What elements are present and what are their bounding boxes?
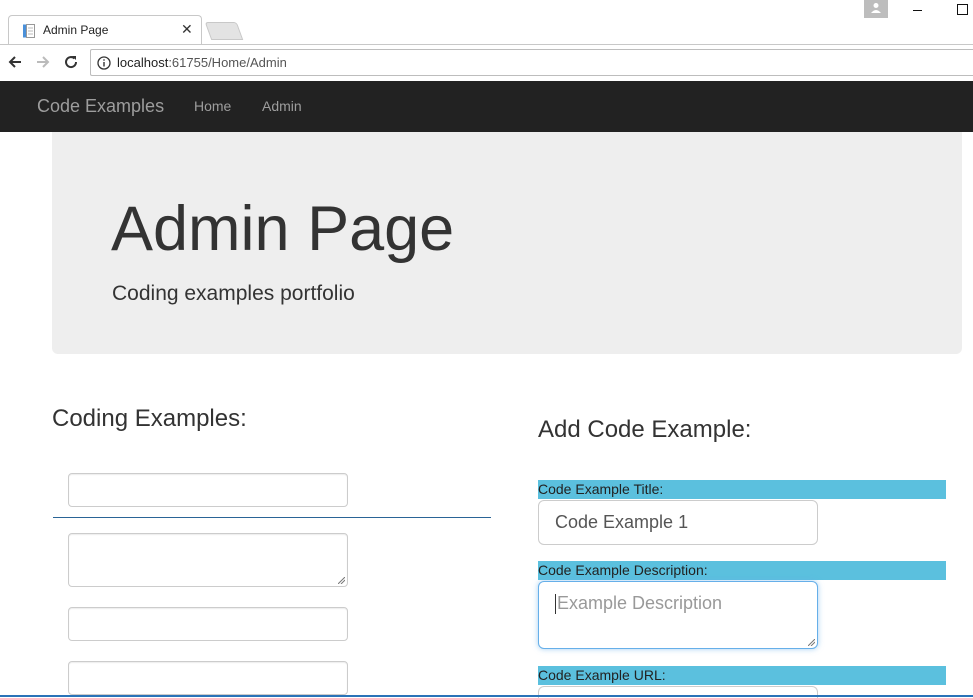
forward-arrow-icon[interactable] — [34, 53, 52, 71]
person-icon — [871, 3, 881, 13]
title-input[interactable]: Code Example 1 — [538, 500, 818, 545]
coding-examples-heading: Coding Examples: — [52, 405, 247, 432]
new-tab-button[interactable] — [204, 22, 244, 40]
coding-examples-list — [53, 462, 491, 697]
resize-handle-icon[interactable] — [808, 639, 815, 646]
page-title: Admin Page — [111, 194, 455, 264]
description-textarea[interactable]: Example Description — [538, 581, 818, 649]
reload-icon[interactable] — [62, 53, 80, 71]
browser-titlebar: Admin Page ✕ — [0, 0, 973, 45]
example-title-input[interactable] — [68, 473, 348, 507]
nav-link-admin[interactable]: Admin — [262, 98, 302, 114]
example-extra-input[interactable] — [68, 661, 348, 695]
page-subtitle: Coding examples portfolio — [112, 282, 355, 305]
info-icon[interactable] — [97, 56, 111, 70]
page-icon — [23, 24, 35, 38]
example-url-input[interactable] — [68, 607, 348, 641]
example-description-textarea[interactable] — [68, 533, 348, 587]
browser-tab[interactable]: Admin Page ✕ — [8, 15, 202, 45]
url-host: localhost — [117, 55, 169, 70]
back-arrow-icon[interactable] — [6, 53, 24, 71]
close-icon[interactable]: ✕ — [181, 21, 193, 38]
description-placeholder: Example Description — [557, 593, 723, 613]
text-caret — [555, 594, 556, 615]
resize-handle-icon[interactable] — [338, 577, 345, 584]
maximize-button[interactable] — [957, 4, 968, 15]
address-bar: localhost:61755/Home/Admin — [0, 44, 973, 81]
title-input-value: Code Example 1 — [555, 512, 689, 532]
url-field[interactable]: localhost:61755/Home/Admin — [90, 49, 973, 76]
url-label: Code Example URL: — [538, 666, 946, 685]
navbar-brand[interactable]: Code Examples — [37, 96, 164, 117]
site-navbar: Code Examples Home Admin — [0, 81, 973, 132]
jumbotron: Admin Page Coding examples portfolio — [52, 132, 962, 354]
minimize-button[interactable] — [912, 4, 924, 16]
add-code-example-heading: Add Code Example: — [538, 416, 752, 443]
description-label: Code Example Description: — [538, 561, 946, 580]
url-path: :61755/Home/Admin — [168, 55, 287, 70]
title-label: Code Example Title: — [538, 480, 946, 499]
url-text: localhost:61755/Home/Admin — [117, 55, 287, 70]
nav-link-home[interactable]: Home — [194, 98, 231, 114]
tab-title: Admin Page — [43, 23, 109, 37]
divider — [53, 517, 491, 518]
profile-button[interactable] — [864, 0, 888, 18]
